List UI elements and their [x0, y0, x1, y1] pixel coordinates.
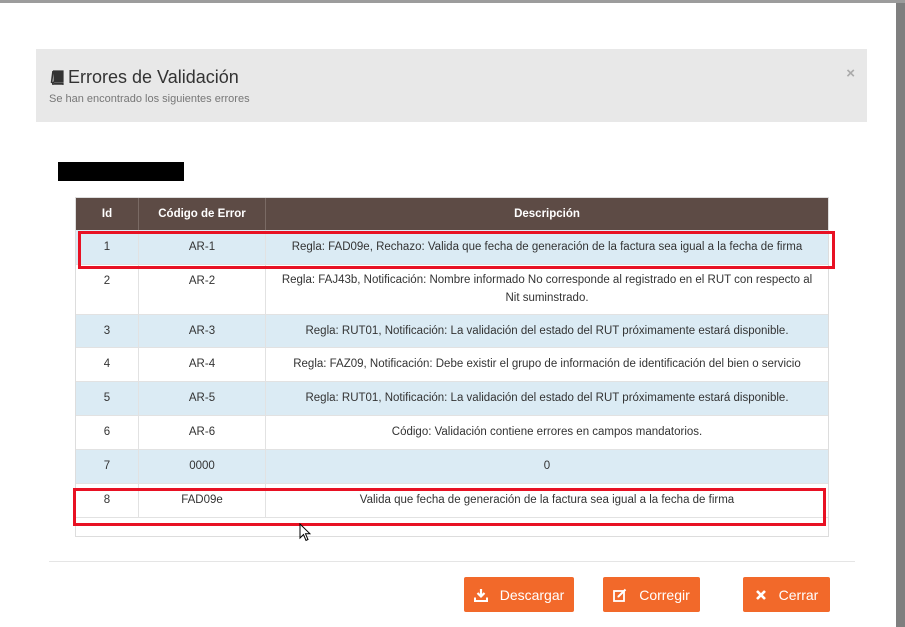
- cell-id: 7: [76, 449, 139, 484]
- table-row: 4 AR-4 Regla: FAZ09, Notificación: Debe …: [76, 347, 828, 382]
- modal-title-text: Errores de Validación: [68, 67, 239, 87]
- cell-id: 8: [76, 483, 139, 518]
- table-row: 5 AR-5 Regla: RUT01, Notificación: La va…: [76, 381, 828, 416]
- table-row: 2 AR-2 Regla: FAJ43b, Notificación: Nomb…: [76, 264, 828, 315]
- download-button-label: Descargar: [499, 586, 565, 603]
- table-row: 8 FAD09e Valida que fecha de generación …: [76, 483, 828, 518]
- download-button[interactable]: Descargar: [464, 577, 574, 612]
- cell-description: Código: Validación contiene errores en c…: [265, 415, 828, 450]
- table-header-row: Id Código de Error Descripción: [76, 198, 828, 230]
- modal-subtitle: Se han encontrado los siguientes errores: [49, 93, 250, 105]
- column-header-description: Descripción: [265, 198, 828, 230]
- footer-divider: [49, 561, 855, 562]
- correct-button[interactable]: Corregir: [603, 577, 700, 612]
- mouse-cursor-icon: [299, 523, 311, 542]
- close-button-label: Cerrar: [778, 586, 819, 603]
- cell-description: Regla: FAZ09, Notificación: Debe existir…: [265, 347, 828, 382]
- cell-code: AR-1: [138, 230, 266, 265]
- cell-code: AR-3: [138, 314, 266, 348]
- correct-button-label: Corregir: [639, 586, 690, 603]
- cell-code: FAD09e: [138, 483, 266, 518]
- cell-description: Regla: RUT01, Notificación: La validació…: [265, 381, 828, 416]
- cell-description: Regla: FAJ43b, Notificación: Nombre info…: [265, 264, 828, 315]
- cell-code: AR-4: [138, 347, 266, 382]
- redacted-block: [58, 162, 184, 181]
- cell-id: 3: [76, 314, 139, 348]
- download-icon: [473, 588, 488, 602]
- cell-code: AR-6: [138, 415, 266, 450]
- edit-icon: [613, 588, 627, 602]
- close-icon: [755, 589, 766, 600]
- cell-id: 2: [76, 264, 139, 315]
- cell-description: 0: [265, 449, 828, 484]
- cell-code: AR-2: [138, 264, 266, 315]
- errors-table: Id Código de Error Descripción 1 AR-1 Re…: [75, 197, 829, 537]
- column-header-id: Id: [76, 198, 139, 230]
- table-row: 6 AR-6 Código: Validación contiene error…: [76, 415, 828, 450]
- column-header-code: Código de Error: [138, 198, 266, 230]
- cell-id: 6: [76, 415, 139, 450]
- validation-errors-modal: Errores de Validación Se han encontrado …: [0, 3, 896, 627]
- cell-id: 1: [76, 230, 139, 265]
- cell-description: Regla: RUT01, Notificación: La validació…: [265, 314, 828, 348]
- book-icon: [50, 70, 64, 85]
- cell-id: 4: [76, 347, 139, 382]
- close-button[interactable]: Cerrar: [743, 577, 830, 612]
- cell-code: 0000: [138, 449, 266, 484]
- close-icon[interactable]: ×: [846, 65, 855, 82]
- table-row: 3 AR-3 Regla: RUT01, Notificación: La va…: [76, 314, 828, 348]
- cell-code: AR-5: [138, 381, 266, 416]
- table-row: 1 AR-1 Regla: FAD09e, Rechazo: Valida qu…: [76, 230, 828, 265]
- table-row: 7 0000 0: [76, 449, 828, 484]
- cell-description: Regla: FAD09e, Rechazo: Valida que fecha…: [265, 230, 828, 265]
- modal-title: Errores de Validación: [50, 67, 239, 88]
- cell-description: Valida que fecha de generación de la fac…: [265, 483, 828, 518]
- modal-header: Errores de Validación Se han encontrado …: [36, 49, 867, 122]
- cell-id: 5: [76, 381, 139, 416]
